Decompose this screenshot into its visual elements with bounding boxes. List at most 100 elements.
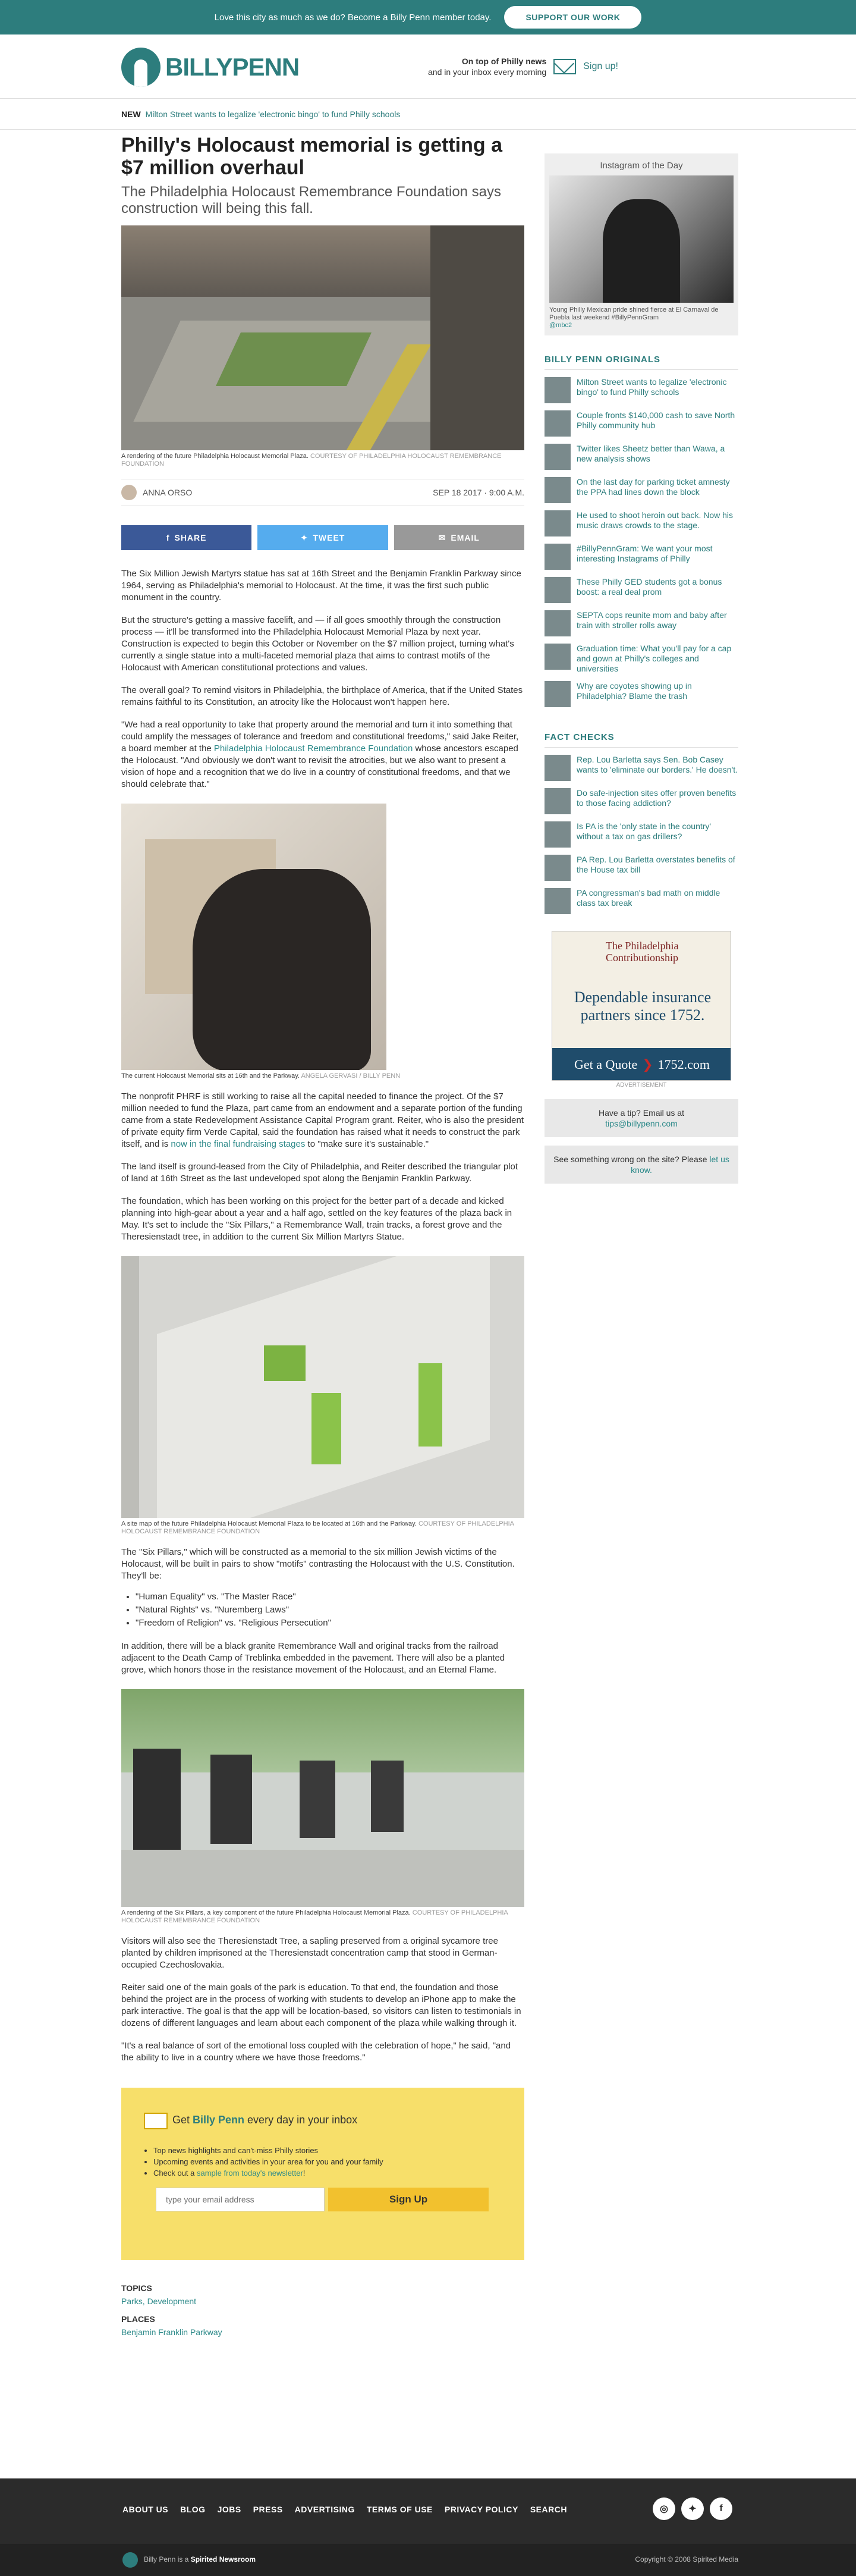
thumbnail [545, 755, 571, 781]
article-tags: TOPICS Parks, Development PLACES Benjami… [121, 2282, 524, 2339]
email-share-button[interactable]: ✉ EMAIL [394, 525, 524, 550]
thumbnail [545, 377, 571, 403]
list-item[interactable]: Is PA is the 'only state in the country'… [545, 821, 738, 848]
tip-box: Have a tip? Email us at tips@billypenn.co… [545, 1099, 738, 1137]
places-link[interactable]: Benjamin Franklin Parkway [121, 2327, 222, 2337]
newsletter-signup-box: Get Billy Penn every day in your inbox T… [121, 2088, 524, 2260]
thumbnail [545, 544, 571, 570]
twitter-icon[interactable]: ✦ [681, 2497, 704, 2520]
paragraph: The Six Million Jewish Martyrs statue ha… [121, 569, 521, 603]
ad-label: ADVERTISEMENT [616, 1082, 667, 1088]
list-item[interactable]: On the last day for parking ticket amnes… [545, 477, 738, 503]
new-story-link[interactable]: Milton Street wants to legalize 'electro… [146, 109, 401, 119]
facebook-icon[interactable]: f [710, 2497, 732, 2520]
newsletter-title: Get Billy Penn every day in your inbox [172, 2114, 358, 2126]
list-item: "Freedom of Religion" vs. "Religious Per… [136, 1617, 524, 1630]
author-avatar [121, 485, 137, 500]
envelope-icon [553, 59, 577, 74]
envelope-icon [144, 2113, 168, 2129]
article: Philly's Holocaust memorial is getting a… [121, 134, 524, 2339]
six-pillars-rendering [121, 1689, 524, 1907]
list-item[interactable]: SEPTA cops reunite mom and baby after tr… [545, 610, 738, 636]
thumbnail [545, 855, 571, 881]
footer-logo-icon [122, 2552, 138, 2568]
email-icon: ✉ [438, 532, 446, 542]
instagram-icon[interactable]: ◎ [653, 2497, 675, 2520]
logo-mark-icon [121, 48, 160, 87]
footer-link-blog[interactable]: BLOG [180, 2505, 205, 2514]
places-label: PLACES [121, 2314, 155, 2324]
byline: ANNA ORSO SEP 18 2017 · 9:00 A.M. [121, 479, 524, 506]
footer-link-search[interactable]: SEARCH [530, 2505, 567, 2514]
footer-link-terms[interactable]: TERMS OF USE [367, 2505, 433, 2514]
list-item: "Natural Rights" vs. "Nuremberg Laws" [136, 1604, 524, 1617]
signup-line1: On top of Philly news [461, 57, 547, 66]
list-item[interactable]: These Philly GED students got a bonus bo… [545, 577, 738, 603]
instagram-of-the-day: Instagram of the Day Young Philly Mexica… [545, 153, 738, 335]
potd-caption: Young Philly Mexican pride shined fierce… [549, 306, 719, 329]
footer-link-jobs[interactable]: JOBS [218, 2505, 241, 2514]
footer-link-advertising[interactable]: ADVERTISING [295, 2505, 355, 2514]
paragraph: In addition, there will be a black grani… [121, 1641, 505, 1675]
image1-caption: A rendering of the future Philadelphia H… [121, 453, 502, 467]
publish-date: SEP 18 2017 · 9:00 A.M. [433, 488, 524, 497]
footer-link-press[interactable]: PRESS [253, 2505, 283, 2514]
topics-label: TOPICS [121, 2283, 152, 2293]
paragraph: "We had a real opportunity to take that … [121, 720, 519, 789]
sample-newsletter-link[interactable]: sample from today's newsletter [197, 2169, 303, 2177]
facebook-share-button[interactable]: f SHARE [121, 525, 252, 550]
advertisement[interactable]: The Philadelphia Contributionship Depend… [552, 931, 731, 1081]
banner-message: Love this city as much as we do? Become … [214, 12, 492, 23]
ad-cta: Get a Quote ❯ 1752.com [552, 1048, 731, 1080]
image3-caption: A site map of the future Philadelphia Ho… [121, 1520, 514, 1535]
list-item[interactable]: He used to shoot heroin out back. Now hi… [545, 510, 738, 536]
social-links: ◎ ✦ f [653, 2497, 732, 2520]
list-item[interactable]: Couple fronts $140,000 cash to save Nort… [545, 410, 738, 437]
potd-photo[interactable] [549, 175, 734, 303]
thumbnail [545, 644, 571, 670]
thumbnail [545, 788, 571, 814]
paragraph: The "Six Pillars," which will be constru… [121, 1547, 515, 1581]
thumbnail [545, 444, 571, 470]
footer-link-privacy[interactable]: PRIVACY POLICY [445, 2505, 518, 2514]
thumbnail [545, 681, 571, 707]
paragraph: "It's a real balance of sort of the emot… [121, 2041, 511, 2063]
signup-link[interactable]: Sign up! [583, 61, 618, 72]
phrf-link[interactable]: Philadelphia Holocaust Remembrance Found… [214, 743, 413, 754]
list-item[interactable]: Twitter likes Sheetz better than Wawa, a… [545, 444, 738, 470]
list-item[interactable]: Why are coyotes showing up in Philadelph… [545, 681, 738, 707]
ad-headline: Dependable insurance partners since 1752… [574, 989, 712, 1024]
support-button[interactable]: SUPPORT OUR WORK [504, 6, 642, 29]
list-item[interactable]: Milton Street wants to legalize 'electro… [545, 377, 738, 403]
potd-handle-link[interactable]: @mbc2 [549, 322, 572, 329]
paragraph: The nonprofit PHRF is still working to r… [121, 1091, 524, 1149]
list-item[interactable]: #BillyPennGram: We want your most intere… [545, 544, 738, 570]
newsletter-benefits: Top news highlights and can't-miss Phill… [153, 2145, 383, 2179]
newsletter-email-input[interactable] [156, 2188, 325, 2211]
twitter-share-button[interactable]: ✦ TWEET [257, 525, 388, 550]
article-body: The Six Million Jewish Martyrs statue ha… [121, 568, 524, 2064]
fundraising-link[interactable]: now in the final fundraising stages [171, 1139, 305, 1149]
list-item[interactable]: Rep. Lou Barletta says Sen. Bob Casey wa… [545, 755, 738, 781]
list-item[interactable]: PA congressman's bad math on middle clas… [545, 888, 738, 914]
footer-link-about[interactable]: ABOUT US [122, 2505, 168, 2514]
report-error-box: See something wrong on the site? Please … [545, 1146, 738, 1184]
billypenn-logo[interactable]: BILLYPENN [121, 48, 300, 87]
tip-email-link[interactable]: tips@billypenn.com [605, 1119, 678, 1128]
image2-caption: The current Holocaust Memorial sits at 1… [121, 1072, 401, 1080]
topics-link[interactable]: Parks, Development [121, 2296, 196, 2306]
ad-brand: The Philadelphia Contributionship [606, 940, 679, 964]
memorial-statue-photo [121, 804, 386, 1070]
potd-title: Instagram of the Day [600, 161, 683, 171]
new-label: NEW [121, 109, 141, 119]
six-pillars-list: "Human Equality" vs. "The Master Race" "… [136, 1590, 524, 1630]
list-item: "Human Equality" vs. "The Master Race" [136, 1590, 524, 1604]
footer-copyright: Copyright © 2008 Spirited Media [635, 2555, 738, 2564]
author-name[interactable]: ANNA ORSO [143, 488, 433, 497]
thumbnail [545, 888, 571, 914]
list-item[interactable]: PA Rep. Lou Barletta overstates benefits… [545, 855, 738, 881]
newsletter-signup-button[interactable]: Sign Up [328, 2188, 489, 2211]
list-item[interactable]: Do safe-injection sites offer proven ben… [545, 788, 738, 814]
site-map-image [121, 1256, 524, 1518]
list-item[interactable]: Graduation time: What you'll pay for a c… [545, 644, 738, 674]
